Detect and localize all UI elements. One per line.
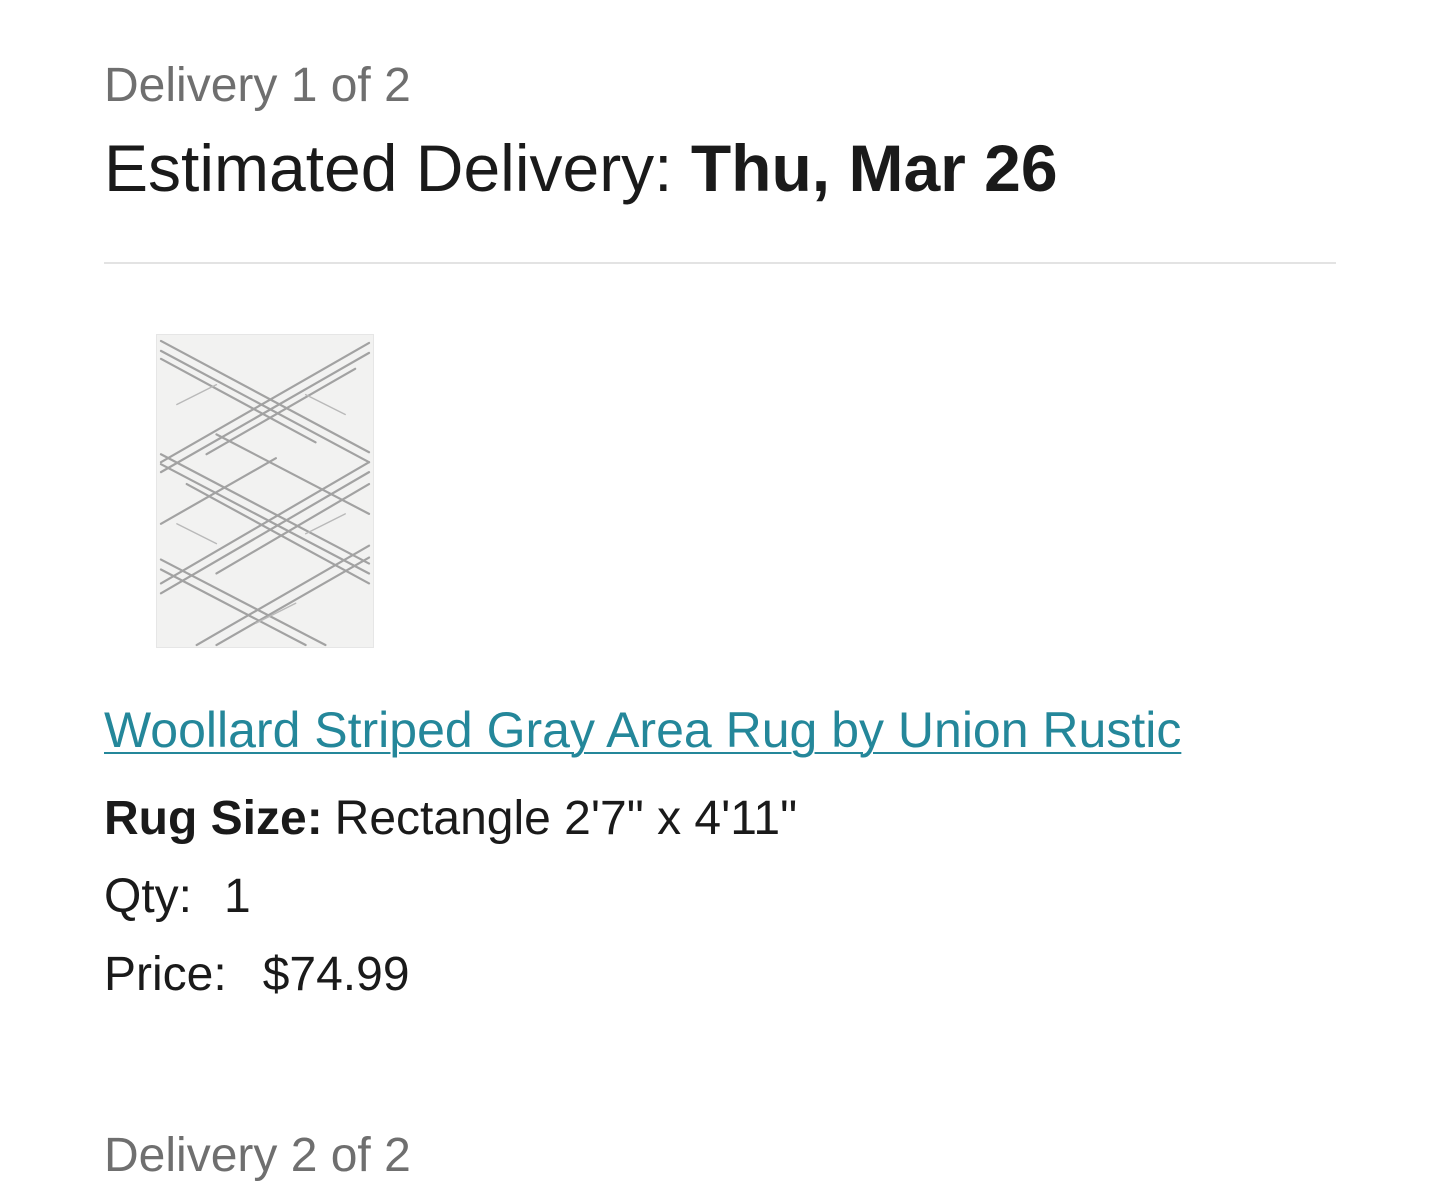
estimated-delivery: Estimated Delivery: Thu, Mar 26 [104, 128, 1058, 208]
qty-label: Qty: [104, 870, 193, 923]
next-delivery-counter: Delivery 2 of 2 [104, 1129, 411, 1182]
price-value: $74.99 [262, 948, 410, 1001]
delivery-counter: Delivery 1 of 2 [104, 59, 411, 112]
rug-size-value: Rectangle 2'7" x 4'11" [334, 792, 798, 845]
rug-product-image[interactable] [156, 334, 374, 648]
qty-value: 1 [224, 870, 251, 923]
estimated-delivery-date: Thu, Mar 26 [690, 131, 1058, 205]
rug-size-row: Rug Size: Rectangle 2'7" x 4'11" [104, 790, 797, 848]
section-divider [104, 262, 1336, 264]
qty-row: Qty: 1 [104, 868, 251, 926]
rug-size-label: Rug Size: [104, 792, 323, 845]
rug-pattern [157, 335, 373, 647]
product-title-link[interactable]: Woollard Striped Gray Area Rug by Union … [104, 700, 1181, 760]
estimated-delivery-label: Estimated Delivery: [104, 131, 673, 205]
price-label: Price: [104, 948, 227, 1001]
price-row: Price: $74.99 [104, 946, 410, 1004]
